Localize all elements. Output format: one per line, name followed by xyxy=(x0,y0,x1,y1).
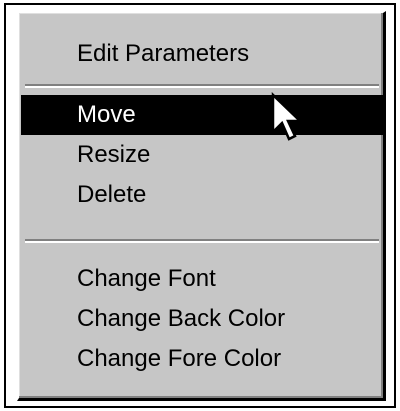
menu-item-delete[interactable]: Delete xyxy=(21,175,383,215)
menu-item-edit-parameters[interactable]: Edit Parameters xyxy=(21,34,383,74)
arrow-cursor-icon xyxy=(271,92,304,141)
menu-item-resize[interactable]: Resize xyxy=(21,135,383,175)
context-menu: Edit Parameters Move Resize Delete Chang… xyxy=(17,11,386,401)
menu-item-move[interactable]: Move xyxy=(21,95,383,135)
menu-item-change-font[interactable]: Change Font xyxy=(21,259,383,299)
menu-separator xyxy=(25,239,379,243)
menu-item-change-back-color[interactable]: Change Back Color xyxy=(21,299,383,339)
menu-item-change-fore-color[interactable]: Change Fore Color xyxy=(21,339,383,379)
menu-separator xyxy=(25,84,379,88)
